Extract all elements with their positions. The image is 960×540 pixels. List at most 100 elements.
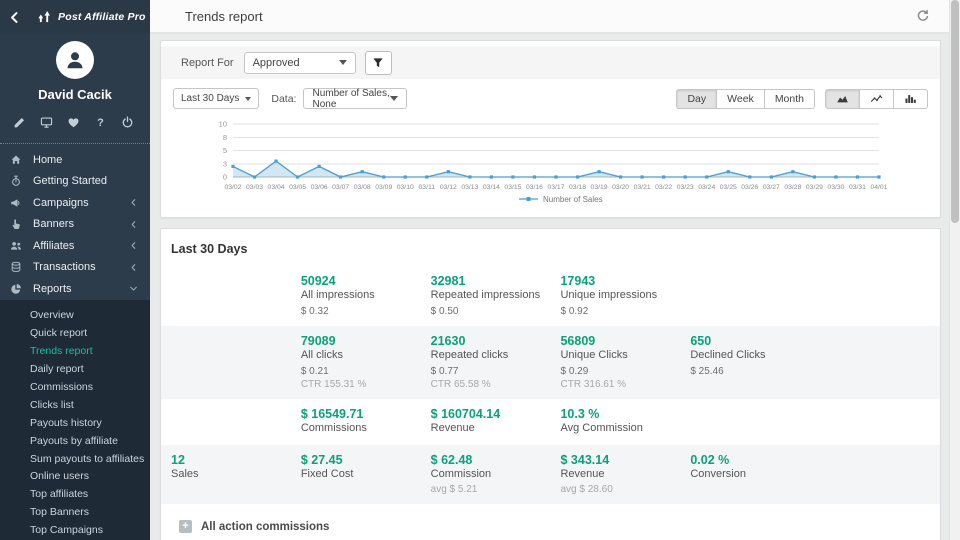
stat-repeated-clicks: 21630Repeated clicks$ 0.77CTR 65.58 % — [421, 333, 551, 390]
user-name: David Cacik — [0, 87, 150, 102]
submenu-item-payouts-by-affiliate[interactable]: Payouts by affiliate — [0, 432, 150, 450]
stat-value: $ 343.14 — [560, 452, 672, 468]
svg-text:03/06: 03/06 — [311, 184, 328, 191]
submenu-item-top-banners[interactable]: Top Banners — [0, 503, 150, 521]
sidebar-item-label: Banners — [33, 218, 74, 230]
svg-text:04/01: 04/01 — [870, 184, 887, 191]
logo-arrows-icon — [37, 10, 54, 24]
stat-value: 32981 — [431, 273, 543, 289]
avatar[interactable] — [56, 41, 94, 79]
svg-text:0: 0 — [223, 173, 227, 182]
svg-text:03/15: 03/15 — [504, 184, 521, 191]
brand-logo[interactable]: Post Affiliate Pro — [37, 10, 146, 24]
sidebar-item-transactions[interactable]: Transactions — [0, 257, 150, 279]
chart-type-group — [825, 89, 928, 109]
stat-commission: $ 62.48Commissionavg $ 5.21 — [421, 452, 551, 495]
sidebar-item-banners[interactable]: Banners — [0, 214, 150, 236]
svg-text:03/19: 03/19 — [591, 184, 608, 191]
sidebar-item-campaigns[interactable]: Campaigns — [0, 192, 150, 214]
submenu-item-commissions[interactable]: Commissions — [0, 378, 150, 396]
period-select[interactable]: Last 30 Days — [173, 88, 259, 109]
pencil-icon[interactable] — [13, 116, 29, 132]
data-select[interactable]: Number of Sales, None — [303, 88, 407, 109]
svg-text:03/17: 03/17 — [547, 184, 564, 191]
stat-unique-clicks: 56809Unique Clicks$ 0.29CTR 316.61 % — [550, 333, 680, 390]
app-window: Post Affiliate Pro David Cacik ? HomeGet… — [0, 0, 960, 540]
page-scrollbar[interactable] — [949, 0, 960, 540]
bar-chart-icon — [904, 92, 917, 105]
filter-button[interactable] — [365, 51, 392, 75]
data-label: Data: — [271, 93, 296, 105]
stat-label: All impressions — [301, 289, 413, 303]
stopwatch-icon — [10, 174, 24, 188]
stat-revenue: $ 160704.14Revenue — [421, 406, 551, 436]
sidebar-item-home[interactable]: Home — [0, 149, 150, 171]
main-content: Report For Approved Last 30 Days Data: N… — [150, 36, 949, 540]
question-icon[interactable]: ? — [94, 116, 110, 132]
caret-down-icon — [245, 97, 251, 101]
chart-type-bar-button[interactable] — [893, 89, 928, 109]
svg-text:03/25: 03/25 — [720, 184, 737, 191]
stat-note: CTR 65.58 % — [431, 379, 543, 390]
brand-name: Post Affiliate Pro — [58, 11, 146, 23]
svg-text:3: 3 — [223, 159, 227, 168]
svg-text:03/18: 03/18 — [569, 184, 586, 191]
power-icon[interactable] — [121, 116, 137, 132]
submenu-item-daily-report[interactable]: Daily report — [0, 360, 150, 378]
caret-down-icon — [390, 96, 398, 101]
stat-label: Avg Commission — [560, 422, 672, 436]
stat-note: CTR 316.61 % — [560, 379, 672, 390]
svg-text:10: 10 — [219, 120, 227, 129]
stat-value: 56809 — [560, 333, 672, 349]
submenu-item-quick-report[interactable]: Quick report — [0, 324, 150, 342]
filter-funnel-icon — [372, 57, 384, 69]
range-tab-day[interactable]: Day — [676, 89, 717, 109]
stat-label: Declined Clicks — [690, 349, 802, 363]
coins-icon — [10, 260, 24, 274]
sidebar-item-affiliates[interactable]: Affiliates — [0, 235, 150, 257]
sidebar-item-getting-started[interactable]: Getting Started — [0, 171, 150, 193]
svg-text:03/03: 03/03 — [246, 184, 263, 191]
refresh-button[interactable] — [916, 9, 931, 24]
chart-type-area-button[interactable] — [825, 89, 860, 109]
chevron-left-icon — [129, 198, 138, 207]
svg-text:03/12: 03/12 — [440, 184, 457, 191]
range-tab-month[interactable]: Month — [764, 89, 815, 109]
stat-note: avg $ 5.21 — [431, 484, 543, 495]
area-chart-icon — [836, 92, 849, 105]
back-chevron-icon — [8, 11, 21, 24]
scrollbar-thumb[interactable] — [951, 0, 959, 223]
back-button[interactable] — [8, 6, 21, 28]
chevron-down-icon — [129, 284, 138, 293]
submenu-item-trends-report[interactable]: Trends report — [0, 342, 150, 360]
submenu-item-top-affiliates[interactable]: Top affiliates — [0, 485, 150, 503]
stat-label: Revenue — [560, 468, 672, 482]
svg-text:03/14: 03/14 — [483, 184, 500, 191]
period-value: Last 30 Days — [181, 93, 239, 104]
heart-icon[interactable] — [67, 116, 83, 132]
report-for-label: Report For — [181, 57, 234, 69]
sidebar: Post Affiliate Pro David Cacik ? HomeGet… — [0, 0, 150, 540]
submenu-item-top-campaigns[interactable]: Top Campaigns — [0, 521, 150, 539]
sidebar-item-reports[interactable]: Reports — [0, 278, 150, 300]
range-tab-week[interactable]: Week — [716, 89, 765, 109]
trends-chart: 03581003/0203/0303/0403/0503/0603/0703/0… — [161, 119, 940, 215]
submenu-item-overview[interactable]: Overview — [0, 307, 150, 325]
report-for-select[interactable]: Approved — [244, 52, 356, 74]
submenu-item-sum-payouts-to-affiliates[interactable]: Sum payouts to affiliates — [0, 450, 150, 468]
submenu-item-clicks-list[interactable]: Clicks list — [0, 396, 150, 414]
stat-label: All clicks — [301, 349, 413, 363]
submenu-item-payouts-history[interactable]: Payouts history — [0, 414, 150, 432]
monitor-icon[interactable] — [40, 116, 56, 132]
svg-text:8: 8 — [223, 133, 227, 142]
stat-note: CTR 155.31 % — [301, 379, 413, 390]
stat-unit-cost: $ 0.29 — [560, 366, 672, 377]
svg-text:03/02: 03/02 — [224, 184, 241, 191]
stat-value: 21630 — [431, 333, 543, 349]
data-value: Number of Sales, None — [312, 88, 390, 110]
stat-unit-cost: $ 0.92 — [560, 306, 672, 317]
chart-type-line-button[interactable] — [859, 89, 894, 109]
expand-plus-icon[interactable]: + — [179, 520, 192, 533]
submenu-item-online-users[interactable]: Online users — [0, 468, 150, 486]
chevron-left-icon — [129, 263, 138, 272]
